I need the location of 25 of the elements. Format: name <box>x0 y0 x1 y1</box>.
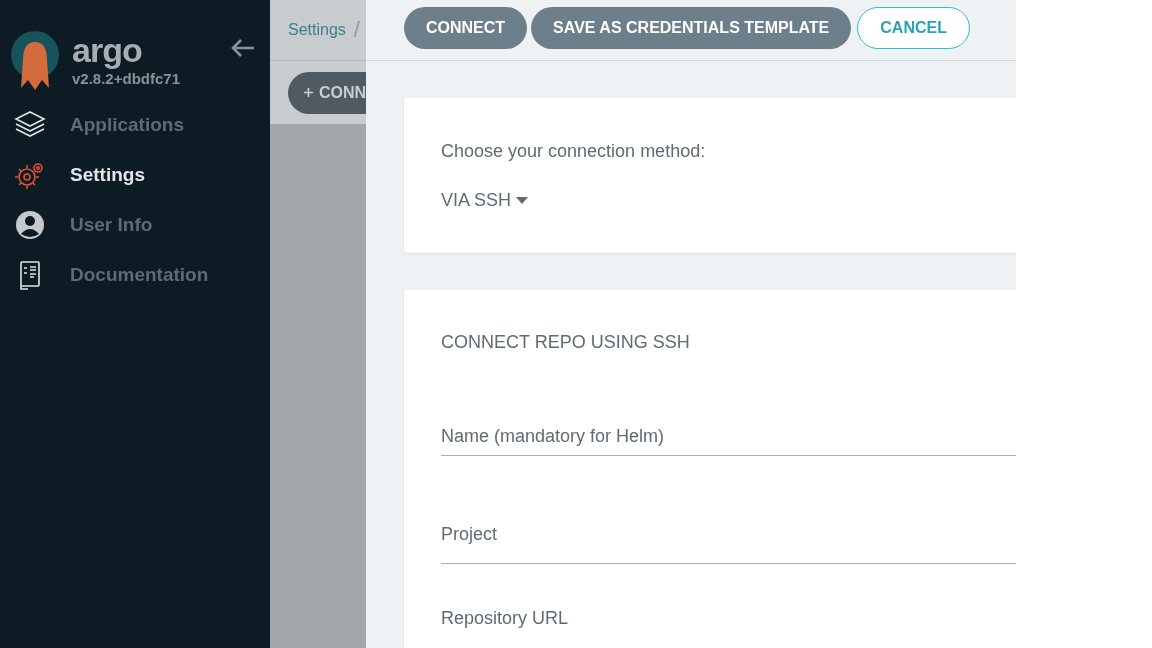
cancel-button[interactable]: CANCEL <box>857 7 970 49</box>
nav-item[interactable]: Settings <box>0 150 270 200</box>
breadcrumb-separator: / <box>353 17 360 43</box>
nav-item[interactable]: User Info <box>0 200 270 250</box>
nav-item[interactable]: Documentation <box>0 250 270 300</box>
book-icon <box>18 260 42 290</box>
action-button[interactable]: SAVE AS CREDENTIALS TEMPLATE <box>531 7 852 49</box>
breadcrumb-link[interactable]: Settings <box>288 21 346 39</box>
caret-icon <box>516 197 529 204</box>
connect-repo-button[interactable]: CONN <box>288 71 366 114</box>
brand-name: argo <box>72 30 143 70</box>
logo-icon <box>10 30 60 92</box>
action-button[interactable]: CONNECT <box>404 7 528 49</box>
method-prompt: Choose your connection method: <box>441 140 707 162</box>
version-label: v2.8.2+dbdfc71 <box>72 70 180 88</box>
form-title: CONNECT REPO USING SSH <box>441 331 691 353</box>
back-arrow-icon[interactable] <box>230 38 256 58</box>
plus-icon <box>304 86 313 99</box>
user-icon <box>15 210 45 240</box>
text-field[interactable]: Name (mandatory for Helm) <box>441 426 1016 456</box>
settings-icon <box>15 161 45 189</box>
nav-item[interactable]: Applications <box>0 100 270 150</box>
text-field[interactable]: Repository URL <box>441 608 1016 637</box>
layers-icon <box>14 110 46 140</box>
method-dropdown[interactable]: VIA SSH <box>441 190 529 211</box>
